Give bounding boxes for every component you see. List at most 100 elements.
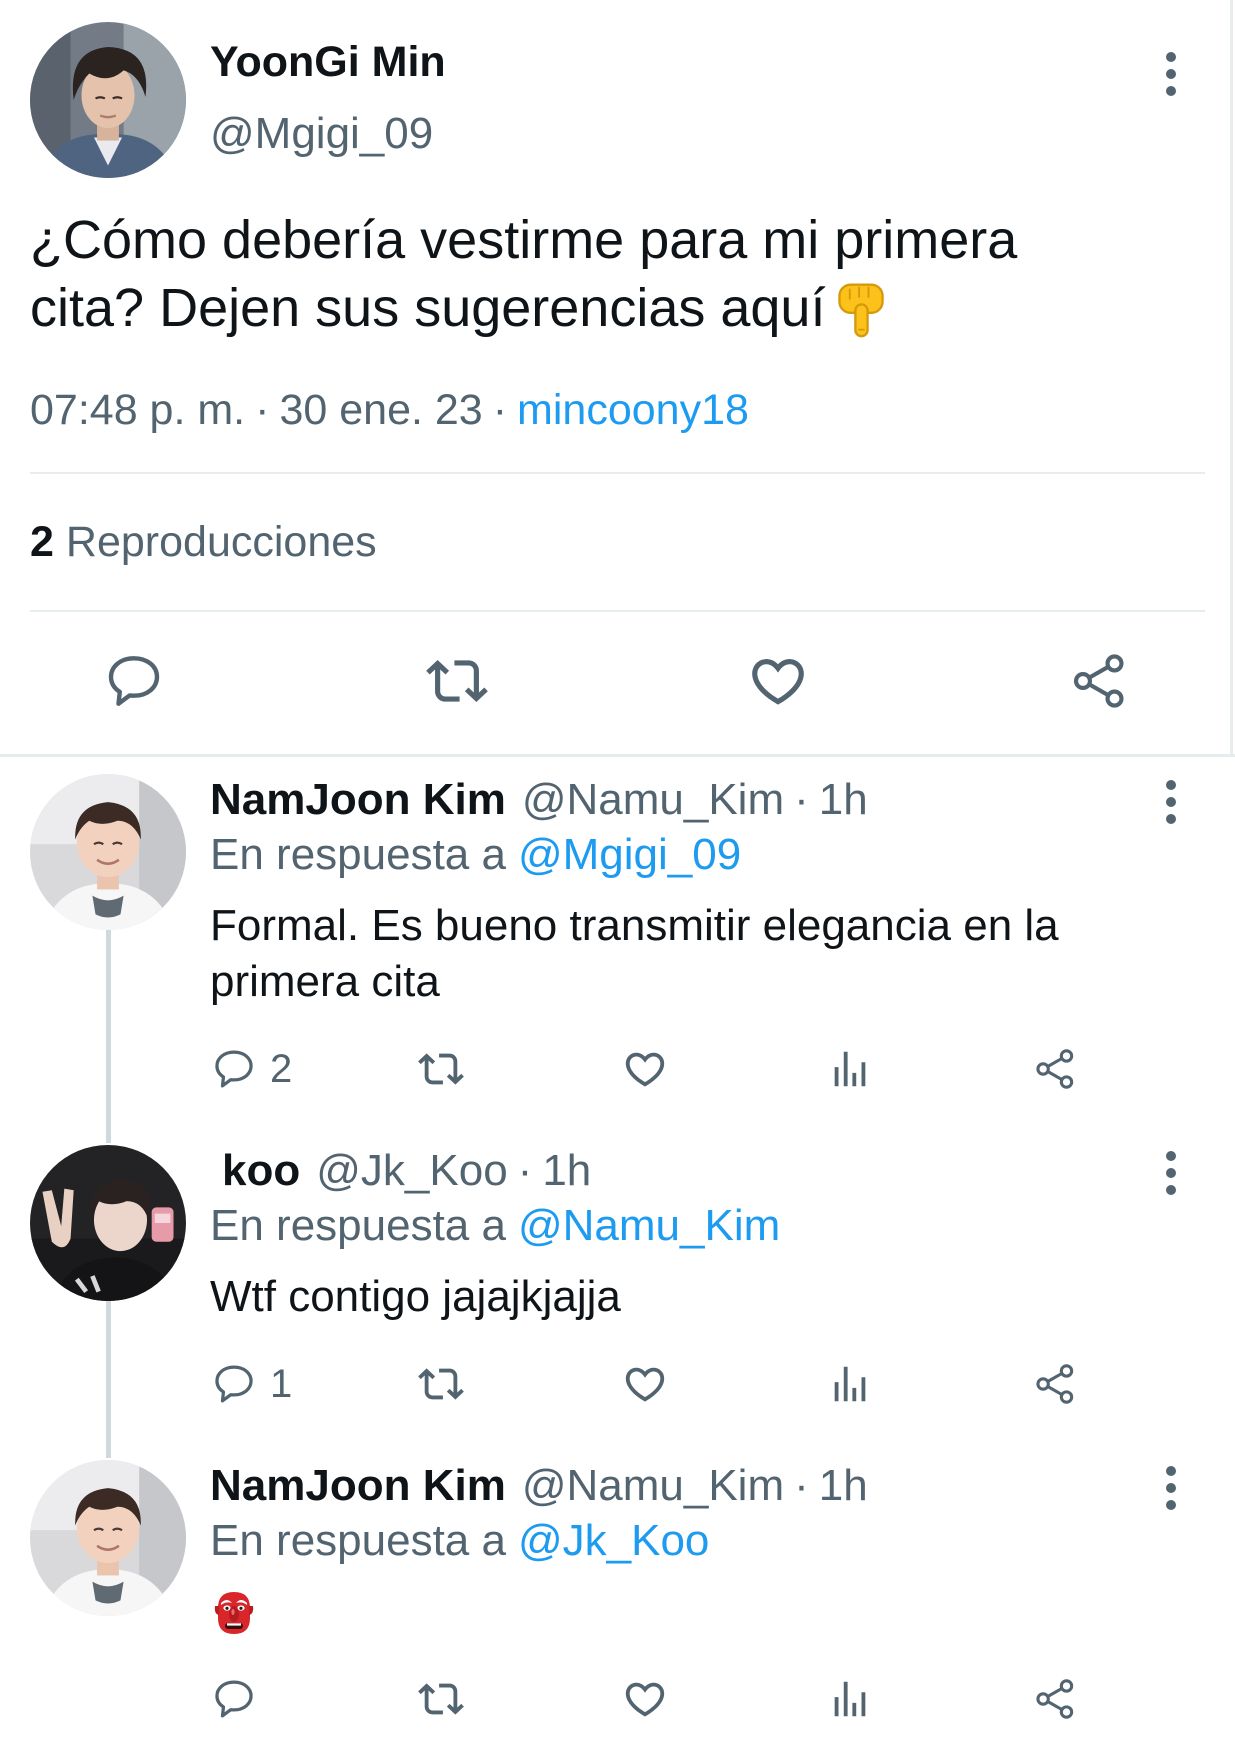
reply-author-name[interactable]: koo <box>222 1146 300 1195</box>
tweet-time[interactable]: 07:48 p. m. <box>30 386 245 434</box>
more-vertical-icon <box>1164 50 1178 98</box>
retweet-icon <box>418 1361 464 1407</box>
backhand-index-pointing-down-emoji-icon <box>831 280 891 340</box>
retweet-button[interactable] <box>418 1046 464 1092</box>
reply-author-name[interactable]: NamJoon Kim <box>210 1461 506 1510</box>
replying-to: En respuesta a @Jk_Koo <box>210 1515 1170 1567</box>
profile-photo <box>30 774 186 930</box>
more-options-button[interactable] <box>1164 1149 1178 1197</box>
reply-author-name[interactable]: NamJoon Kim <box>210 775 506 824</box>
views-button[interactable] <box>827 1676 873 1722</box>
retweet-button[interactable] <box>418 1676 464 1722</box>
like-button[interactable] <box>622 1676 668 1722</box>
reply-icon <box>211 1361 257 1407</box>
avatar[interactable] <box>30 774 186 930</box>
like-button[interactable] <box>622 1046 668 1092</box>
reply-count: 2 <box>270 1047 293 1091</box>
share-button[interactable] <box>1032 1676 1078 1722</box>
reply-author-handle[interactable]: @Namu_Kim <box>522 775 784 824</box>
replies-thread: NamJoon Kim @Namu_Kim · 1h En respuesta a @M… <box>0 772 1235 1729</box>
views-summary[interactable]: 2 Reproducciones <box>30 517 377 567</box>
author-handle[interactable]: @Mgigi_09 <box>210 109 433 159</box>
reply-icon <box>211 1046 257 1092</box>
views-count: 2 <box>30 518 54 566</box>
more-options-button[interactable] <box>1164 778 1178 826</box>
separator: · <box>255 386 270 434</box>
reply-content: NamJoon Kim @Namu_Kim · 1h En respuesta a @M… <box>210 774 1170 1099</box>
separator: · <box>517 1146 533 1195</box>
reply-action-bar: 2 <box>210 1039 1170 1099</box>
like-button[interactable] <box>747 650 809 712</box>
reply-button[interactable] <box>211 1046 257 1092</box>
like-icon <box>622 1046 668 1092</box>
reply-icon <box>211 1676 257 1722</box>
tweet-source[interactable]: mincoony18 <box>517 386 749 434</box>
reply-button[interactable] <box>211 1361 257 1407</box>
reply-item: NamJoon Kim @Namu_Kim · 1h En respuesta a @J… <box>0 1460 1235 1729</box>
thread-line <box>106 930 111 1143</box>
share-button[interactable] <box>1032 1361 1078 1407</box>
reply-time[interactable]: 1h <box>542 1146 591 1195</box>
reply-time[interactable]: 1h <box>819 775 868 824</box>
retweet-button[interactable] <box>426 650 488 712</box>
share-icon <box>1032 1676 1078 1722</box>
views-icon <box>827 1676 873 1722</box>
views-label: Reproducciones <box>65 518 377 566</box>
avatar[interactable] <box>30 1460 186 1616</box>
share-button[interactable] <box>1032 1046 1078 1092</box>
reply-author-handle[interactable]: @Namu_Kim <box>522 1461 784 1510</box>
separator: · <box>794 1461 809 1510</box>
avatar[interactable] <box>30 22 186 178</box>
retweet-icon <box>418 1046 464 1092</box>
japanese-goblin-emoji-icon <box>210 1588 258 1636</box>
more-vertical-icon <box>1164 1464 1178 1512</box>
thread-line <box>106 1301 111 1458</box>
share-button[interactable] <box>1068 650 1130 712</box>
like-icon <box>622 1361 668 1407</box>
reply-button[interactable] <box>211 1676 257 1722</box>
reply-icon <box>103 650 165 712</box>
replying-to-handle[interactable]: @Jk_Koo <box>518 1516 709 1565</box>
share-icon <box>1032 1361 1078 1407</box>
reply-time[interactable]: 1h <box>819 1461 868 1510</box>
views-icon <box>827 1361 873 1407</box>
tweet-meta: 07:48 p. m. · 30 ene. 23 · mincoony18 <box>30 385 749 435</box>
retweet-icon <box>418 1676 464 1722</box>
profile-photo <box>30 22 186 178</box>
author-name[interactable]: YoonGi Min <box>210 37 446 87</box>
replying-to-label: En respuesta a <box>210 1516 506 1565</box>
profile-photo <box>30 1460 186 1616</box>
tweet-date[interactable]: 30 ene. 23 <box>279 386 482 434</box>
retweet-icon <box>426 650 488 712</box>
reply-text <box>210 1584 1170 1640</box>
replying-to: En respuesta a @Namu_Kim <box>210 1200 1170 1252</box>
avatar[interactable] <box>30 1145 186 1301</box>
replying-to-handle[interactable]: @Mgigi_09 <box>518 830 741 879</box>
share-icon <box>1032 1046 1078 1092</box>
like-icon <box>747 650 809 712</box>
reply-content: NamJoon Kim @Namu_Kim · 1h En respuesta a @J… <box>210 1460 1170 1729</box>
reply-author-handle[interactable]: @Jk_Koo <box>316 1146 507 1195</box>
reply-text: Wtf contigo jajajkjajja <box>210 1272 621 1321</box>
more-vertical-icon <box>1164 778 1178 826</box>
reply-action-bar <box>210 1669 1170 1729</box>
like-button[interactable] <box>622 1361 668 1407</box>
panel-border <box>1230 0 1233 756</box>
reply-content: koo @Jk_Koo · 1h En respuesta a @Namu_Kim Wt… <box>210 1145 1170 1414</box>
separator: · <box>492 386 508 434</box>
views-icon <box>827 1046 873 1092</box>
more-options-button[interactable] <box>1164 1464 1178 1512</box>
views-button[interactable] <box>827 1361 873 1407</box>
replying-to-handle[interactable]: @Namu_Kim <box>518 1201 780 1250</box>
reply-text: Formal. Es bueno transmitir elegancia en… <box>210 901 1059 1006</box>
views-button[interactable] <box>827 1046 873 1092</box>
retweet-button[interactable] <box>418 1361 464 1407</box>
reply-button[interactable] <box>103 650 165 712</box>
share-icon <box>1068 650 1130 712</box>
replying-to: En respuesta a @Mgigi_09 <box>210 829 1170 881</box>
like-icon <box>622 1676 668 1722</box>
reply-item: NamJoon Kim @Namu_Kim · 1h En respuesta a @M… <box>0 774 1235 1143</box>
reply-header: NamJoon Kim @Namu_Kim · 1h <box>210 1460 1170 1512</box>
more-options-button[interactable] <box>1164 50 1178 98</box>
reply-count: 1 <box>270 1362 293 1406</box>
